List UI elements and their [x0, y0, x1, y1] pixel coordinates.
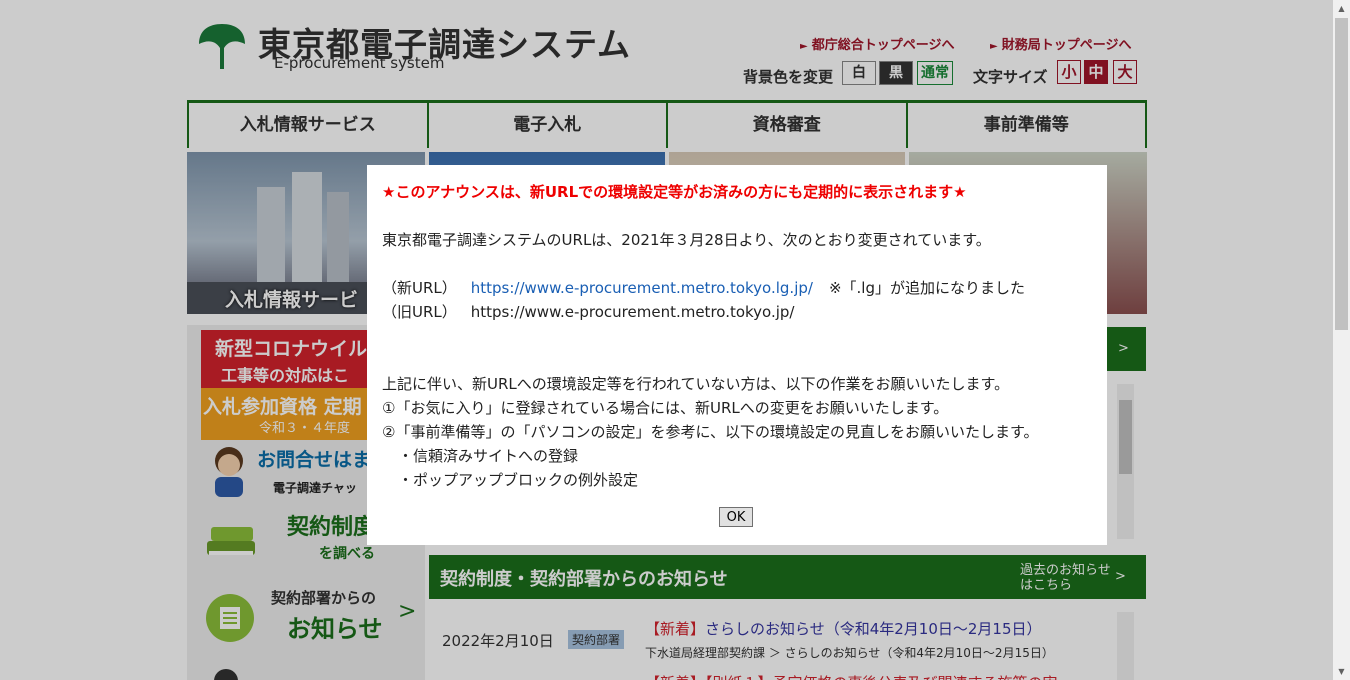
- dialog-bullet-trusted-sites: ・信頼済みサイトへの登録: [398, 447, 579, 465]
- scroll-up-arrow-icon[interactable]: ▲: [1333, 0, 1350, 17]
- dialog-step-1: ①「お気に入り」に登録されている場合には、新URLへの変更をお願いいたします。: [382, 399, 949, 417]
- dialog-alert-text: ★このアナウンスは、新URLでの環境設定等がお済みの方にも定期的に表示されます★: [382, 183, 967, 201]
- dialog-instruction: 上記に伴い、新URLへの環境設定等を行われていない方は、以下の作業をお願いいたし…: [382, 375, 1010, 393]
- scroll-down-arrow-icon[interactable]: ▼: [1333, 663, 1350, 680]
- page-scrollbar-thumb[interactable]: [1335, 18, 1348, 330]
- new-url-row: （新URL） https://www.e-procurement.metro.to…: [382, 279, 1025, 297]
- ok-button[interactable]: OK: [719, 507, 753, 527]
- new-url-link[interactable]: https://www.e-procurement.metro.tokyo.lg…: [471, 279, 813, 297]
- dialog-step-2: ②「事前準備等」の「パソコンの設定」を参考に、以下の環境設定の見直しをお願いいた…: [382, 423, 1039, 441]
- dialog-bullet-popup: ・ポップアップブロックの例外設定: [398, 471, 639, 489]
- page: 東京都電子調達システム E-procurement system ► 都庁総合トッ…: [0, 0, 1333, 680]
- old-url-text: https://www.e-procurement.metro.tokyo.jp…: [470, 303, 795, 321]
- page-scrollbar[interactable]: ▲ ▼: [1333, 0, 1350, 680]
- announcement-dialog: ★このアナウンスは、新URLでの環境設定等がお済みの方にも定期的に表示されます★…: [367, 165, 1107, 545]
- old-url-row: （旧URL） https://www.e-procurement.metro.to…: [382, 303, 795, 321]
- dialog-intro: 東京都電子調達システムのURLは、2021年３月28日より、次のとおり変更されて…: [382, 231, 991, 249]
